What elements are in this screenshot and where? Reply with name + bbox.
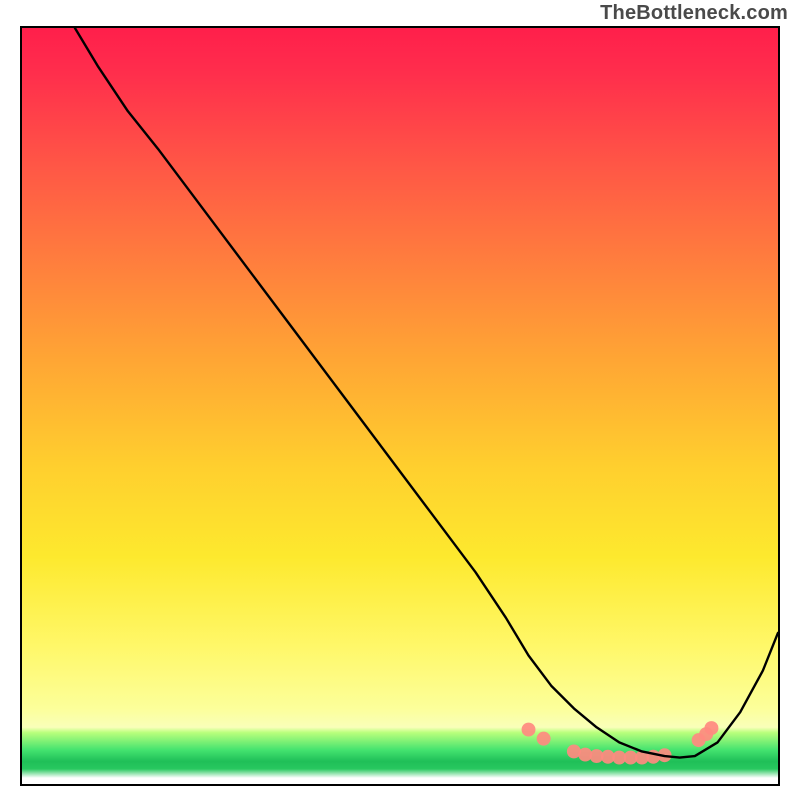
highlight-dot: [704, 721, 718, 735]
curve-line: [75, 28, 778, 758]
chart-svg: [22, 28, 778, 784]
watermark-text: TheBottleneck.com: [600, 2, 788, 25]
highlight-dot: [522, 723, 536, 737]
highlight-dot: [537, 732, 551, 746]
plot-area: [20, 26, 780, 786]
chart-container: TheBottleneck.com: [0, 0, 800, 800]
